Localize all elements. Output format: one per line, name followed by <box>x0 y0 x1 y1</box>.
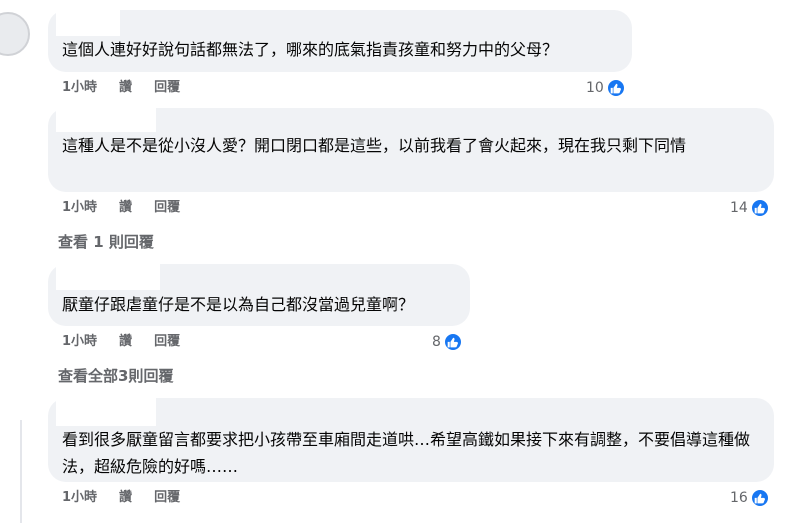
reply-button[interactable]: 回覆 <box>154 332 180 352</box>
like-button[interactable]: 讚 <box>119 488 132 508</box>
reaction-number: 10 <box>586 80 604 96</box>
view-replies-link[interactable]: 查看全部3則回覆 <box>58 366 173 386</box>
view-replies-link[interactable]: 查看 1 則回覆 <box>58 232 154 252</box>
timestamp[interactable]: 1小時 <box>62 198 97 218</box>
reaction-count[interactable]: 10 <box>586 78 626 98</box>
like-thumbs-up-icon <box>749 198 770 218</box>
comment-actions: 1小時 讚 回覆 <box>62 78 180 98</box>
redacted-name <box>56 398 156 426</box>
reaction-number: 16 <box>730 490 748 506</box>
comment-bubble-4: 看到很多厭童留言都要求把小孩帶至車廂間走道哄…希望高鐵如果接下來有調整，不要倡導… <box>48 398 774 482</box>
like-button[interactable]: 讚 <box>119 198 132 218</box>
reaction-count[interactable]: 14 <box>730 198 770 218</box>
redacted-name <box>56 264 160 290</box>
avatar[interactable] <box>0 12 30 56</box>
reaction-count[interactable]: 16 <box>730 488 770 508</box>
redacted-name <box>56 10 120 36</box>
reaction-number: 8 <box>432 334 441 350</box>
timestamp[interactable]: 1小時 <box>62 488 97 508</box>
like-thumbs-up-icon <box>749 488 770 508</box>
timestamp[interactable]: 1小時 <box>62 332 97 352</box>
reaction-count[interactable]: 8 <box>432 332 463 352</box>
comment-actions: 1小時 讚 回覆 <box>62 332 180 352</box>
comment-text: 厭童仔跟虐童仔是不是以為自己都沒當過兒童啊？ <box>62 295 415 314</box>
like-button[interactable]: 讚 <box>119 78 132 98</box>
redacted-name <box>56 108 156 132</box>
thread-line <box>20 420 22 523</box>
comment-text: 看到很多厭童留言都要求把小孩帶至車廂間走道哄…希望高鐵如果接下來有調整，不要倡導… <box>62 430 751 476</box>
like-thumbs-up-icon <box>442 332 463 352</box>
reaction-number: 14 <box>730 200 748 216</box>
like-button[interactable]: 讚 <box>119 332 132 352</box>
comment-actions: 1小時 讚 回覆 <box>62 198 180 218</box>
comment-bubble-2: 這種人是不是從小沒人愛？開口閉口都是這些，以前我看了會火起來，現在我只剩下同情 <box>48 108 774 192</box>
reply-button[interactable]: 回覆 <box>154 198 180 218</box>
comment-actions: 1小時 讚 回覆 <box>62 488 180 508</box>
comment-text: 這個人連好好說句話都無法了，哪來的底氣指責孩童和努力中的父母？ <box>62 40 559 59</box>
comment-text: 這種人是不是從小沒人愛？開口閉口都是這些，以前我看了會火起來，現在我只剩下同情 <box>62 136 687 155</box>
reply-button[interactable]: 回覆 <box>154 488 180 508</box>
reply-button[interactable]: 回覆 <box>154 78 180 98</box>
timestamp[interactable]: 1小時 <box>62 78 97 98</box>
comment-bubble-1: 這個人連好好說句話都無法了，哪來的底氣指責孩童和努力中的父母？ <box>48 10 632 72</box>
like-thumbs-up-icon <box>605 78 626 98</box>
